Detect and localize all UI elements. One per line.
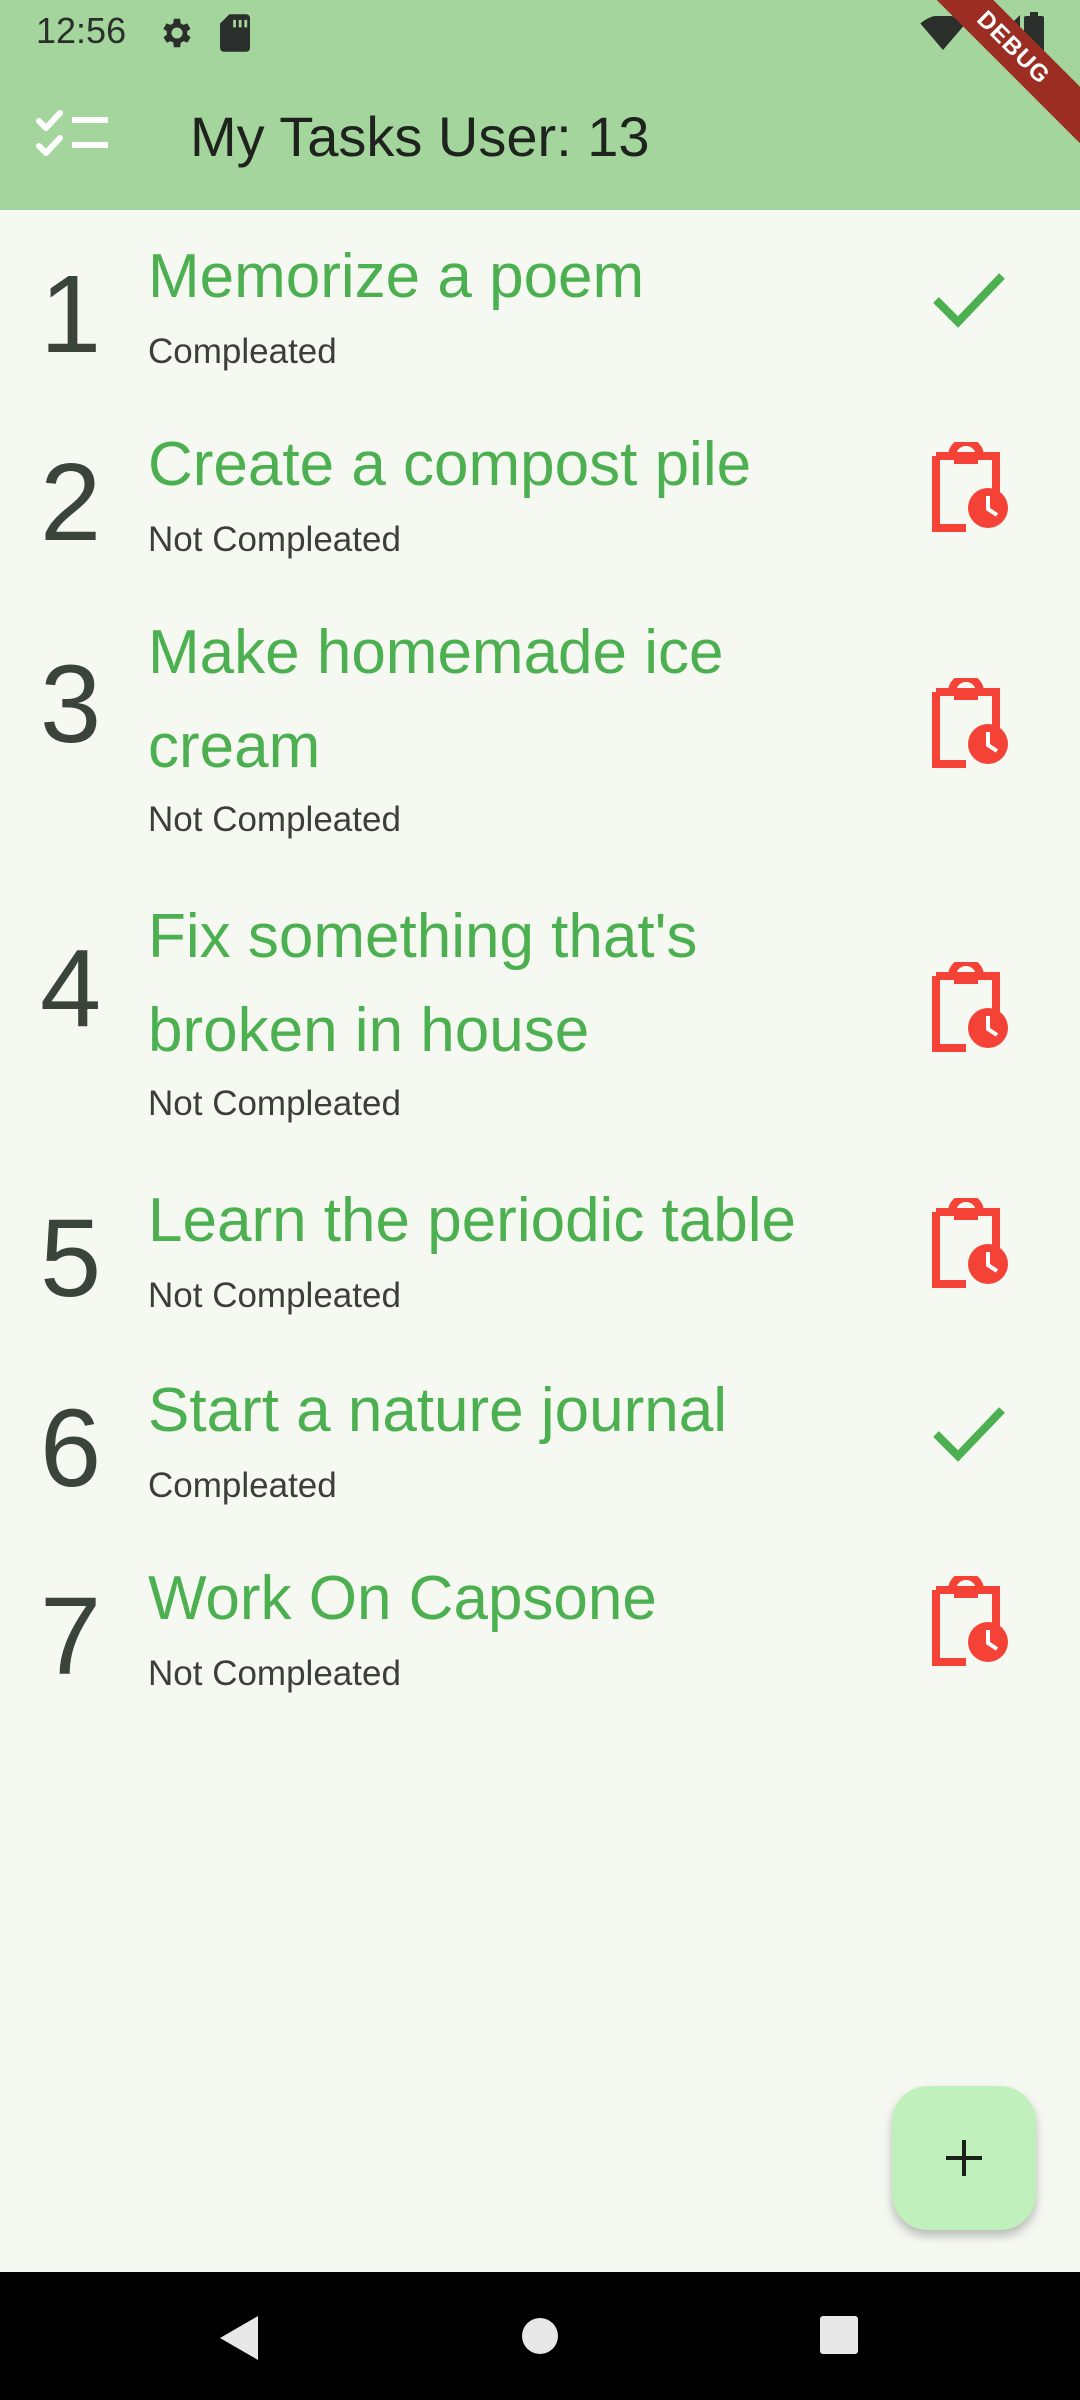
task-status: Not Compleated [148, 800, 401, 839]
task-title: Start a nature journal [148, 1376, 728, 1445]
task-status: Compleated [148, 1466, 337, 1505]
task-number: 6 [40, 1387, 102, 1510]
status-bar: 12:56 [0, 0, 1080, 64]
task-status: Not Compleated [148, 1276, 401, 1315]
plus-icon [946, 2140, 982, 2176]
task-number: 1 [40, 253, 102, 376]
task-number: 2 [40, 441, 102, 564]
task-number: 7 [40, 1575, 102, 1698]
checklist-icon[interactable] [36, 108, 110, 160]
task-item[interactable]: 4 Fix something that's broken in house N… [0, 870, 1080, 1154]
page-title: My Tasks User: 13 [190, 105, 650, 168]
add-task-button[interactable] [892, 2086, 1036, 2230]
check-icon[interactable] [930, 1388, 1010, 1478]
task-title: Learn the periodic table [148, 1186, 797, 1255]
task-item[interactable]: 1 Memorize a poem Compleated [0, 210, 1080, 398]
check-icon[interactable] [930, 254, 1010, 344]
task-number: 3 [40, 643, 102, 766]
task-title: Create a compost pile [148, 430, 752, 499]
app-bar: 12:56 My Tasks User: 13 [0, 0, 1080, 210]
system-navigation-bar [0, 2272, 1080, 2400]
task-item[interactable]: 2 Create a compost pile Not Compleated [0, 398, 1080, 586]
task-item[interactable]: 5 Learn the periodic table Not Compleate… [0, 1154, 1080, 1344]
task-status: Not Compleated [148, 1084, 401, 1123]
pending-clipboard-icon[interactable] [930, 1576, 1010, 1666]
task-title: Fix something that's broken in house [148, 902, 698, 1065]
pending-clipboard-icon[interactable] [930, 962, 1010, 1052]
pending-clipboard-icon[interactable] [930, 678, 1010, 768]
back-icon[interactable] [212, 2312, 264, 2364]
task-list: 1 Memorize a poem Compleated 2 Create a … [0, 210, 1080, 1722]
task-status: Compleated [148, 332, 337, 371]
task-status: Not Compleated [148, 520, 401, 559]
task-title: Make homemade ice cream [148, 618, 724, 781]
task-item[interactable]: 6 Start a nature journal Compleated [0, 1344, 1080, 1532]
task-status: Not Compleated [148, 1654, 401, 1693]
task-item[interactable]: 7 Work On Capsone Not Compleated [0, 1532, 1080, 1722]
task-item[interactable]: 3 Make homemade ice cream Not Compleated [0, 586, 1080, 870]
home-icon[interactable] [514, 2310, 566, 2362]
status-time: 12:56 [36, 10, 127, 51]
settings-gear-icon [163, 18, 191, 48]
sd-card-icon [220, 14, 250, 52]
task-number: 4 [40, 927, 102, 1050]
task-title: Work On Capsone [148, 1564, 657, 1633]
task-title: Memorize a poem [148, 242, 645, 311]
task-number: 5 [40, 1197, 102, 1320]
pending-clipboard-icon[interactable] [930, 442, 1010, 532]
recent-apps-icon[interactable] [818, 2314, 860, 2356]
pending-clipboard-icon[interactable] [930, 1198, 1010, 1288]
